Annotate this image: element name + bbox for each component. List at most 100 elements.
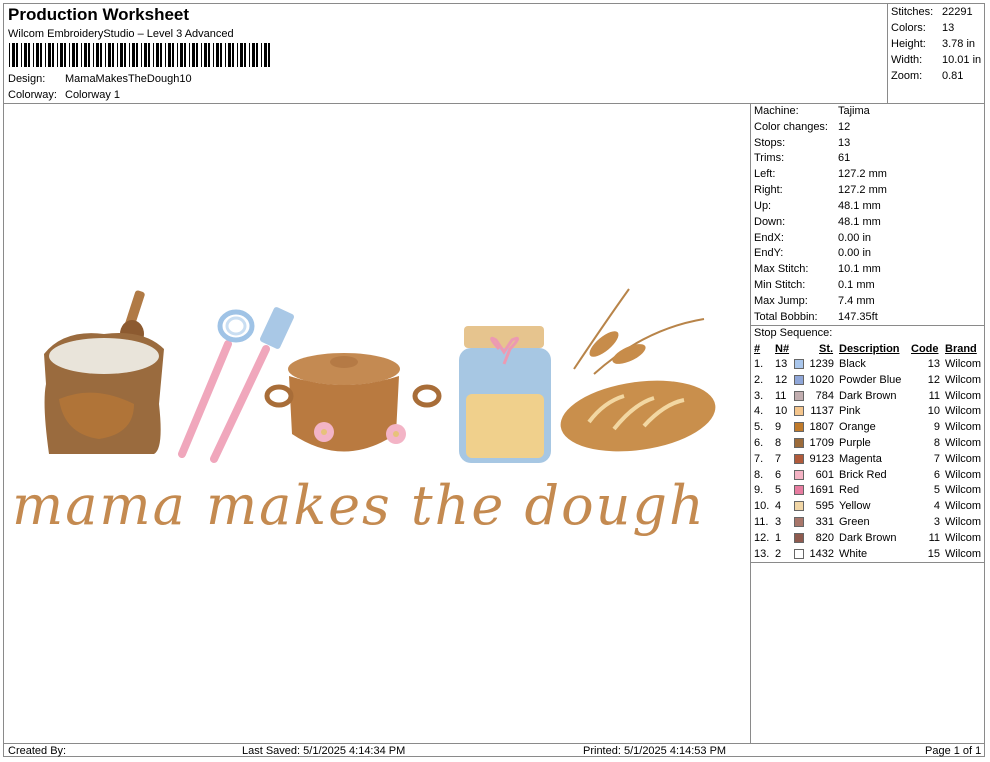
stop-cell-description: Red [839,484,860,497]
stop-cell-st: 1432 [809,547,834,560]
color-swatch [794,422,804,433]
stop-cell-n: 4 [775,500,782,513]
stop-cell-description: Black [839,358,866,370]
machine-label: Color changes: [754,121,828,133]
last-saved: Last Saved: 5/1/2025 4:14:34 PM [242,745,406,757]
stop-cell-n: 3 [775,516,782,528]
stat-value: 3.78 in [942,38,976,50]
machine-value: Tajima [838,105,870,117]
machine-label: Machine: [754,105,799,117]
stop-cell-num: 12. [754,531,770,544]
machine-label: EndY: [754,247,784,259]
machine-label: Right: [754,184,783,196]
machine-label: Total Bobbin: [754,311,818,323]
stop-cell-st: 601 [815,468,834,481]
stop-cell-num: 5. [754,421,764,434]
color-swatch [794,390,804,401]
stop-cell-code: 13 [927,358,940,370]
stop-cell-num: 2. [754,373,764,386]
stop-cell-code: 15 [927,547,940,560]
col-header-num: # [754,343,761,355]
stat-label: Width: [891,54,923,66]
stop-cell-description: Orange [839,421,876,434]
col-header-description: Description [839,343,900,355]
machine-label: Max Jump: [754,295,808,307]
machine-label: Min Stitch: [754,279,806,291]
design-script-text: mama makes the dough [12,474,706,537]
color-swatch [794,501,804,512]
stop-cell-brand: Wilcom [945,547,982,560]
stop-cell-brand: Wilcom [945,500,982,513]
stop-cell-n: 11 [775,389,787,402]
stop-cell-num: 10. [754,500,770,513]
stop-cell-code: 12 [927,373,940,386]
stop-cell-code: 11 [928,531,940,544]
jar-image [459,326,551,463]
stop-cell-brand: Wilcom [945,452,982,465]
stat-label: Zoom: [891,70,923,82]
stop-cell-n: 13 [775,358,788,370]
stop-cell-description: Yellow [839,500,871,513]
stop-cell-brand: Wilcom [945,421,982,434]
stop-cell-brand: Wilcom [945,516,982,528]
machine-value: 13 [838,137,851,149]
stop-cell-n: 2 [775,547,782,560]
created-by: Created By: [8,745,67,757]
stop-cell-code: 7 [933,452,940,465]
stop-cell-brand: Wilcom [945,531,982,544]
stop-cell-st: 784 [815,389,834,402]
stop-cell-code: 9 [933,421,940,434]
wheat-image [573,288,705,375]
color-swatch [794,532,804,543]
machine-value: 7.4 mm [838,295,875,307]
design-value: MamaMakesTheDough10 [65,73,192,85]
stop-cell-n: 12 [775,373,788,386]
color-swatch [794,517,804,527]
stop-cell-brand: Wilcom [945,373,982,386]
stop-cell-code: 4 [933,500,940,513]
stat-value: 10.01 in [942,54,982,66]
stop-cell-num: 1. [754,358,764,370]
stop-cell-description: Dark Brown [839,389,897,402]
col-header-st: St. [819,343,834,355]
stat-label: Height: [891,38,926,50]
stat-value: 0.81 [942,70,964,82]
stop-cell-n: 5 [775,484,782,497]
stop-cell-st: 1807 [809,421,834,434]
printed-date: Printed: 5/1/2025 4:14:53 PM [583,745,727,757]
stop-cell-brand: Wilcom [945,405,982,418]
stop-cell-n: 8 [775,437,782,449]
stop-cell-description: Green [839,516,870,528]
stop-cell-st: 1709 [809,437,834,449]
stop-cell-num: 11. [754,516,769,528]
stop-cell-description: White [839,547,868,560]
stat-label: Colors: [891,22,926,34]
machine-value: 48.1 mm [838,200,881,212]
machine-value: 127.2 mm [838,168,887,180]
stop-cell-num: 13. [754,547,770,560]
stop-cell-num: 9. [754,484,764,497]
color-swatch [794,548,804,559]
color-swatch [794,374,804,385]
stop-cell-description: Magenta [839,452,882,465]
stop-cell-st: 820 [815,531,834,544]
machine-value: 61 [838,152,851,164]
stat-value: 13 [942,22,955,34]
color-swatch [794,438,804,448]
footer-divider [3,743,985,744]
stop-cell-num: 8. [754,468,764,481]
colorway-value: Colorway 1 [65,89,121,101]
stop-table-bottom-divider [750,562,985,563]
stop-cell-code: 3 [933,516,940,528]
stop-cell-description: Purple [839,437,871,449]
stop-cell-description: Dark Brown [839,531,897,544]
machine-value: 0.00 in [838,232,872,244]
stop-cell-st: 1691 [809,484,834,497]
panel-divider [750,103,751,744]
stop-cell-st: 595 [815,500,834,513]
stop-cell-code: 11 [928,389,940,402]
color-swatch [794,469,804,480]
stop-cell-num: 4. [754,405,764,418]
stat-label: Stitches: [891,6,934,18]
flour-sack-image [44,290,164,454]
